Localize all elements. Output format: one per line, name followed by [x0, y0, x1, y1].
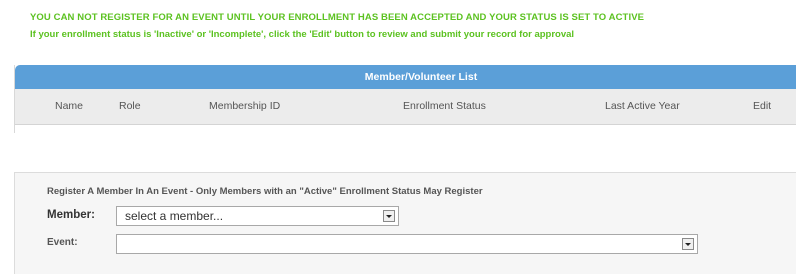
member-list-column-headers: Name Role Membership ID Enrollment Statu…	[15, 89, 796, 125]
event-select[interactable]	[116, 234, 698, 254]
column-header-last-active-year[interactable]: Last Active Year	[605, 100, 680, 112]
member-select[interactable]: select a member...	[116, 206, 399, 226]
column-header-enrollment-status[interactable]: Enrollment Status	[403, 100, 486, 112]
member-list-panel: Member/Volunteer List Name Role Membersh…	[14, 65, 796, 133]
column-header-edit: Edit	[753, 100, 772, 112]
enrollment-instructions: If your enrollment status is 'Inactive' …	[30, 29, 575, 40]
event-label: Event:	[47, 237, 78, 248]
member-label: Member:	[47, 209, 95, 221]
column-header-name[interactable]: Name	[55, 100, 83, 112]
member-select-value: select a member...	[125, 209, 224, 223]
register-member-panel: Register A Member In An Event - Only Mem…	[14, 172, 796, 274]
column-header-membership-id[interactable]: Membership ID	[209, 100, 280, 112]
chevron-down-icon[interactable]	[383, 210, 395, 222]
register-panel-title: Register A Member In An Event - Only Mem…	[47, 186, 483, 197]
enrollment-warning: YOU CAN NOT REGISTER FOR AN EVENT UNTIL …	[30, 12, 645, 23]
member-list-title: Member/Volunteer List	[15, 65, 796, 89]
chevron-down-icon[interactable]	[682, 238, 694, 250]
column-header-role[interactable]: Role	[119, 100, 141, 112]
